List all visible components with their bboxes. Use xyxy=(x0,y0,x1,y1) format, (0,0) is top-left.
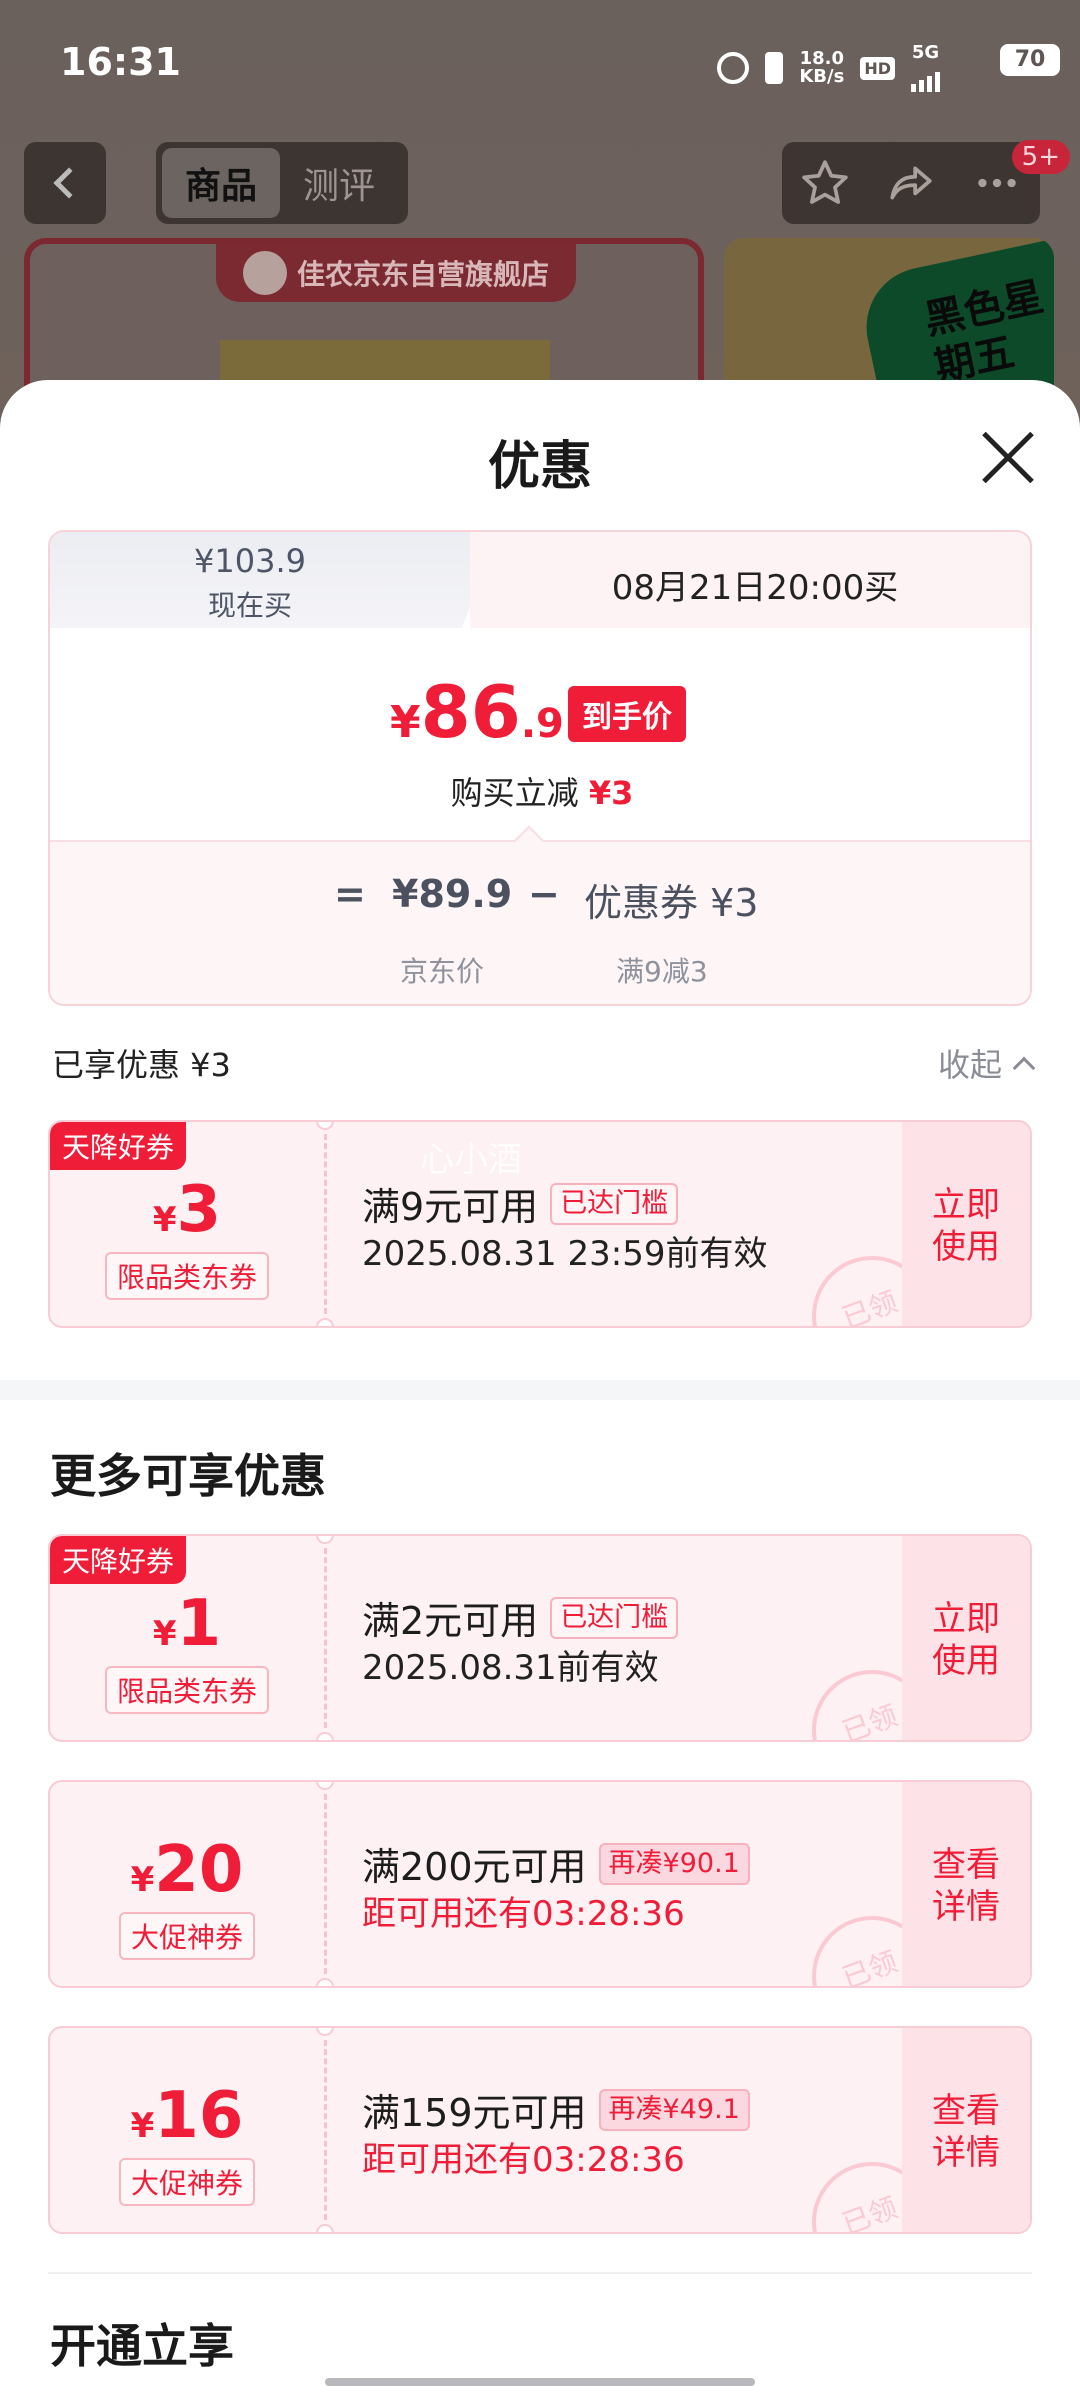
sheet-title: 优惠 xyxy=(487,437,592,497)
signal-icon: 5G xyxy=(911,44,940,92)
coupon-flag: 天降好券 xyxy=(50,1536,187,1584)
coupon-amount: ¥20 xyxy=(130,1833,244,1907)
share-icon[interactable] xyxy=(885,157,937,209)
remaining-chip: 再凑¥90.1 xyxy=(598,1842,750,1885)
alarm-icon xyxy=(717,52,750,84)
coupon-value: 天降好券 ¥1 限品类东券 xyxy=(50,1536,324,1740)
coupon-condition: 满200元可用 再凑¥90.1 xyxy=(362,1836,750,1891)
status-time: 16:31 xyxy=(60,40,181,84)
coupon-amount: ¥16 xyxy=(130,2079,244,2153)
action-group xyxy=(782,142,1040,224)
membership-title: 开通立享 xyxy=(50,2319,234,2373)
chevron-left-icon xyxy=(53,167,85,199)
final-price-tag: 到手价 xyxy=(568,686,686,742)
close-icon[interactable] xyxy=(978,430,1034,486)
remaining-chip: 再凑¥49.1 xyxy=(598,2088,750,2131)
coupon-type: 限品类东券 xyxy=(104,1666,270,1714)
coupon-amount: ¥1 xyxy=(152,1587,222,1661)
coupon-countdown: 距可用还有03:28:36 xyxy=(362,1894,685,1934)
final-price-block: ¥ 86 .9 到手价 购买立减 ¥3 xyxy=(50,628,1030,840)
coupon-condition: 满159元可用 再凑¥49.1 xyxy=(362,2082,750,2137)
battery-icon: 70 xyxy=(1000,44,1060,76)
reduce-line: 购买立减 ¥3 xyxy=(450,774,634,812)
coupon-type: 大促神券 xyxy=(118,2158,256,2206)
coupon-validity: 2025.08.31前有效 xyxy=(362,1648,659,1688)
view-details-button[interactable]: 查看 详情 xyxy=(902,2028,1030,2232)
collapse-button[interactable]: 收起 xyxy=(938,1040,1036,1086)
equals-sign: = xyxy=(334,872,366,916)
coupon-type: 限品类东券 xyxy=(104,1252,270,1300)
home-indicator[interactable] xyxy=(325,2378,755,2386)
now-price: ¥103.9 xyxy=(194,542,306,580)
coupon-flag: 天降好券 xyxy=(50,1122,187,1170)
coupon-caption: 满9减3 xyxy=(616,955,708,988)
vibrate-icon xyxy=(765,52,784,84)
coupon-card: 天降好券 ¥1 限品类东券 满2元可用 已达门槛 2025.08.31前有效 已… xyxy=(48,1534,1032,1742)
tab-product[interactable]: 商品 xyxy=(162,148,280,218)
shop-logo xyxy=(242,251,287,295)
chevron-up-icon xyxy=(1012,1056,1036,1080)
product-top-nav: 商品 测评 5+ xyxy=(0,140,1080,224)
discount-sheet: 优惠 ¥103.9 现在买 08月21日20:00买 ¥ 86 .9 到手价 购… xyxy=(0,380,1080,2408)
coupon-deduction: 优惠券 ¥3 xyxy=(584,881,759,925)
use-now-button[interactable]: 立即 使用 xyxy=(902,1536,1030,1740)
minus-sign: − xyxy=(528,872,560,916)
net-speed: 18.0 KB/s xyxy=(799,48,845,87)
later-label: 08月21日20:00买 xyxy=(611,568,899,608)
back-button[interactable] xyxy=(24,142,106,224)
section-divider xyxy=(0,1380,1080,1400)
coupon-amount: ¥3 xyxy=(152,1173,222,1247)
status-bar: 16:31 18.0 KB/s HD 5G 70 xyxy=(0,0,1080,125)
product-tabs: 商品 测评 xyxy=(156,142,408,224)
jd-price-caption: 京东价 xyxy=(400,955,485,988)
now-label: 现在买 xyxy=(207,589,292,622)
threshold-chip: 已达门槛 xyxy=(550,1182,679,1225)
price-breakdown: = ¥89.9 − 优惠券 ¥3 京东价 满9减3 xyxy=(50,825,1030,1004)
shop-name: 佳农京东自营旗舰店 xyxy=(296,258,549,291)
coupon-value: ¥20 大促神券 xyxy=(50,1782,324,1986)
coupon-card: ¥16 大促神券 满159元可用 再凑¥49.1 距可用还有03:28:36 已… xyxy=(48,2026,1032,2234)
coupon-card: ¥20 大促神券 满200元可用 再凑¥90.1 距可用还有03:28:36 已… xyxy=(48,1780,1032,1988)
coupon-type: 大促神券 xyxy=(118,1912,256,1960)
coupon-validity: 2025.08.31 23:59前有效 xyxy=(362,1234,768,1274)
coupon-card: 天降好券 ¥3 限品类东券 满9元可用 已达门槛 2025.08.31 23:5… xyxy=(48,1120,1032,1328)
use-now-button[interactable]: 立即 使用 xyxy=(902,1122,1030,1326)
hd-icon: HD xyxy=(860,56,895,80)
final-price: ¥ 86 .9 xyxy=(390,670,564,754)
shop-name-tag[interactable]: 佳农京东自营旗舰店 xyxy=(216,244,576,302)
more-discounts-title: 更多可享优惠 xyxy=(50,1449,326,1503)
coupon-countdown: 距可用还有03:28:36 xyxy=(362,2140,685,2180)
message-badge: 5+ xyxy=(1011,140,1070,174)
divider xyxy=(48,2272,1032,2274)
enjoyed-discount: 已享优惠 ¥3 xyxy=(52,1046,231,1084)
coupon-condition: 满9元可用 已达门槛 xyxy=(362,1176,679,1231)
coupon-value: 天降好券 ¥3 限品类东券 xyxy=(50,1122,324,1326)
price-compare-card: ¥103.9 现在买 08月21日20:00买 ¥ 86 .9 到手价 购买立减… xyxy=(48,530,1032,1006)
star-icon[interactable] xyxy=(799,157,851,209)
threshold-chip: 已达门槛 xyxy=(550,1596,679,1639)
watermark: 心小酒 xyxy=(420,1140,522,1180)
coupon-value: ¥16 大促神券 xyxy=(50,2028,324,2232)
view-details-button[interactable]: 查看 详情 xyxy=(902,1782,1030,1986)
coupon-condition: 满2元可用 已达门槛 xyxy=(362,1590,679,1645)
jd-price: ¥89.9 xyxy=(392,872,513,916)
tab-review[interactable]: 测评 xyxy=(280,148,398,218)
